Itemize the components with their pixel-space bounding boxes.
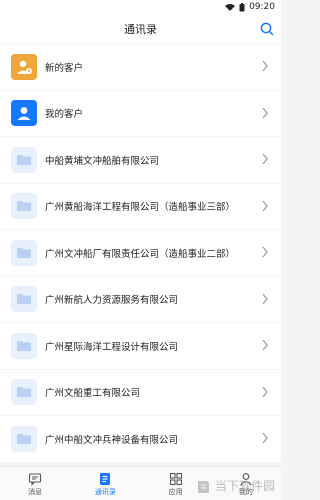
chevron-right-icon: [262, 293, 268, 304]
wifi-icon: [225, 4, 236, 11]
chevron-right-icon: [262, 60, 268, 72]
list-item-label: 广州中船文冲兵神设备有限公司: [45, 434, 179, 446]
list-item-company[interactable]: 广州文冲船厂有限责任公司（造船事业二部）: [0, 230, 281, 276]
list-item-label: 广州文冲船厂有限责任公司（造船事业二部）: [45, 248, 236, 260]
list-item-label: 中船黄埔文冲船舶有限公司: [45, 155, 160, 167]
folder-icon: [11, 425, 37, 452]
list-item-label: 广州黄船海洋工程有限公司（造船事业三部）: [45, 202, 236, 214]
header: 通讯录: [0, 15, 281, 43]
list-item-label: 我的客户: [45, 109, 84, 121]
folder-icon: [11, 332, 37, 359]
tab-contacts[interactable]: 通讯录: [70, 467, 140, 500]
chevron-right-icon: [262, 107, 268, 118]
list-item-label: 广州新航人力资源服务有限公司: [45, 295, 179, 307]
list-item-label: 广州文船重工有限公司: [45, 388, 141, 400]
search-icon[interactable]: [259, 21, 275, 37]
tab-messages[interactable]: 消息: [0, 467, 70, 500]
message-icon: [29, 473, 42, 486]
contacts-icon: [100, 473, 111, 485]
page-title: 通讯录: [124, 23, 157, 36]
tab-label: 应用: [168, 488, 183, 496]
folder-icon: [11, 239, 37, 266]
list-item-my-customer[interactable]: 我的客户: [0, 90, 281, 136]
chevron-right-icon: [262, 153, 268, 165]
chevron-right-icon: [262, 339, 268, 351]
chevron-right-icon: [262, 386, 268, 397]
list-item-company[interactable]: 广州星际海洋工程设计有限公司: [0, 323, 281, 369]
folder-icon: [11, 193, 37, 220]
list-item-company[interactable]: 中船黄埔文冲船舶有限公司: [0, 137, 281, 183]
list-item-company[interactable]: 广州黄船海洋工程有限公司（造船事业三部）: [0, 183, 281, 229]
folder-icon: [11, 379, 37, 406]
tab-label: 消息: [28, 488, 43, 496]
chevron-right-icon: [262, 432, 268, 444]
watermark-logo-icon: [197, 480, 209, 493]
chevron-right-icon: [262, 200, 268, 211]
list-item-company[interactable]: 广州新航人力资源服务有限公司: [0, 276, 281, 322]
list-item-company[interactable]: 广州文船重工有限公司: [0, 369, 281, 415]
chevron-right-icon: [262, 246, 268, 258]
folder-icon: [11, 146, 37, 173]
list-item-new-customer[interactable]: 新的客户: [0, 44, 281, 90]
watermark: 当下软件园: [197, 477, 275, 494]
new-customer-icon: [11, 53, 37, 80]
status-time: 09:20: [249, 2, 275, 12]
list-item-label: 广州星际海洋工程设计有限公司: [45, 341, 179, 353]
status-icons: 09:20: [225, 2, 275, 12]
my-customer-icon: [11, 100, 37, 127]
battery-icon: [239, 2, 245, 11]
list-item-company[interactable]: 广州中船文冲兵神设备有限公司: [0, 416, 281, 462]
apps-icon: [169, 472, 182, 486]
list-item-label: 新的客户: [45, 62, 84, 74]
folder-icon: [11, 286, 37, 313]
watermark-text: 当下软件园: [214, 479, 275, 493]
contact-list: 新的客户 我的客户 中船黄埔文冲船舶有限公司 广州黄船海洋工程有限公司（造船事业…: [0, 44, 281, 463]
status-bar: 09:20: [0, 0, 281, 15]
tab-label: 通讯录: [94, 488, 116, 496]
